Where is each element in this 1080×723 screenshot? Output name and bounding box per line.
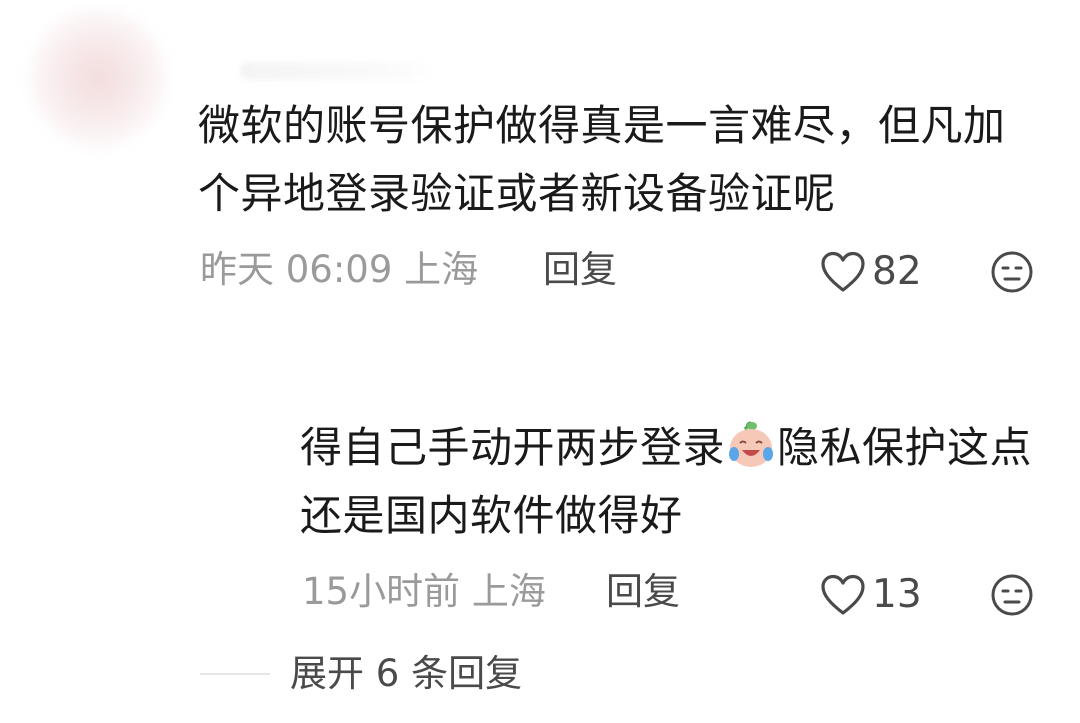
- reply-time: 15小时前: [302, 570, 461, 613]
- reply-text-part1: 得自己手动开两步登录: [300, 423, 726, 472]
- neutral-face-icon[interactable]: [990, 250, 1034, 294]
- crying-laughing-emoji: [729, 421, 774, 467]
- username-blurred[interactable]: [240, 62, 440, 80]
- reply-location: 上海: [471, 570, 546, 613]
- reply-comment-text: 得自己手动开两步登录 隐私保护这点还是国内软件做得好: [300, 414, 1040, 550]
- avatar[interactable]: [28, 8, 168, 148]
- comment-location: 上海: [404, 248, 479, 291]
- reply-button[interactable]: 回复: [543, 246, 617, 294]
- neutral-face-icon[interactable]: [990, 573, 1034, 617]
- expand-divider: [200, 673, 270, 675]
- reply-button[interactable]: 回复: [606, 568, 680, 616]
- like-count: 82: [872, 249, 922, 294]
- like-button[interactable]: 82: [820, 248, 922, 296]
- like-button[interactable]: 13: [820, 571, 922, 619]
- heart-outline-icon: [821, 574, 865, 615]
- comment-time: 昨天 06:09: [200, 248, 393, 291]
- comment-text: 微软的账号保护做得真是一言难尽，但凡加个异地登录验证或者新设备验证呢: [198, 101, 1006, 218]
- reply-meta: 15小时前 上海: [302, 568, 546, 616]
- like-count: 13: [872, 572, 922, 617]
- heart-outline-icon: [821, 251, 865, 292]
- comment-meta: 昨天 06:09 上海: [200, 246, 478, 294]
- expand-replies-button[interactable]: 展开 6 条回复: [290, 650, 522, 698]
